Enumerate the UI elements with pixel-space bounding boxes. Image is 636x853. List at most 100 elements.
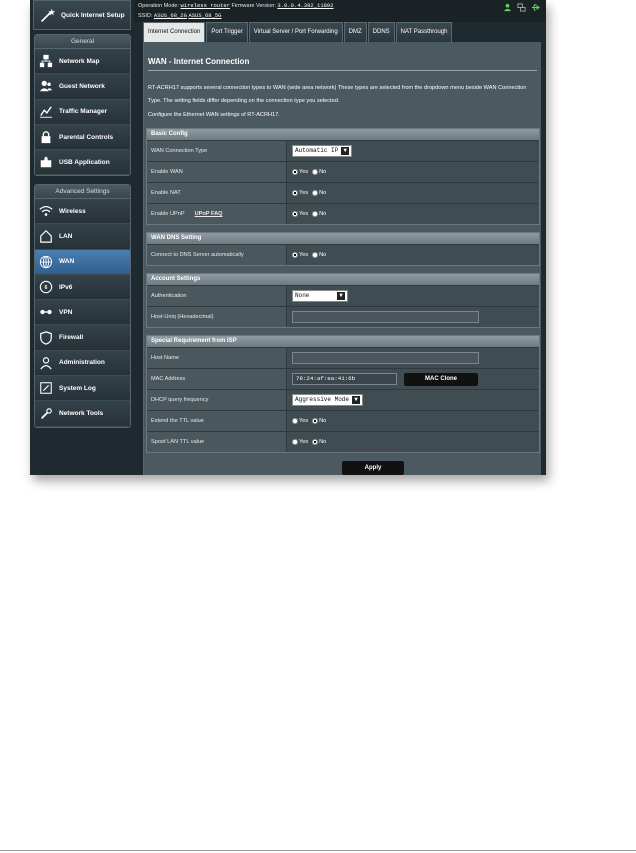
svg-text:6: 6 (45, 285, 48, 291)
enable-wan-yes-radio[interactable] (292, 169, 298, 175)
tools-icon (41, 407, 52, 419)
usb-icon[interactable] (531, 3, 540, 12)
wan-type-label: WAN Connection Type (147, 141, 287, 161)
sidebar-item-vpn[interactable]: VPN (35, 300, 130, 326)
sidebar-item-label: Wireless (59, 207, 86, 215)
sidebar-item-label: USB Application (59, 158, 110, 166)
sidebar-item-wireless[interactable]: Wireless (35, 199, 130, 225)
host-uniq-label: Host-Uniq (Hexadecimal) (147, 307, 287, 327)
home-icon (40, 230, 52, 244)
sidebar-item-label: WAN (59, 258, 75, 266)
sidebar-item-label: Guest Network (59, 82, 105, 90)
no-label: No (319, 211, 327, 217)
enable-nat-label: Enable NAT (147, 183, 287, 203)
isp-requirement-section: Special Requirement from ISP Host Name M… (146, 335, 540, 453)
sidebar-item-label: Traffic Manager (59, 108, 108, 116)
extend-ttl-label: Extend the TTL value (147, 411, 287, 431)
basic-config-header: Basic Config (147, 129, 539, 140)
tab-virtual-server-port-forwarding[interactable]: Virtual Server / Port Forwarding (248, 22, 343, 42)
host-name-input[interactable] (292, 352, 479, 364)
wan-type-select[interactable]: Automatic IP ▼ (292, 145, 353, 157)
enable-nat-row: Enable NAT Yes No (147, 182, 539, 203)
enable-upnp-no-radio[interactable] (312, 211, 319, 217)
isp-requirement-header: Special Requirement from ISP (147, 336, 539, 347)
authentication-select[interactable]: None ▼ (292, 290, 348, 302)
sidebar-item-label: Parental Controls (59, 133, 114, 141)
tab-nat-passthrough[interactable]: NAT Passthrough (395, 22, 453, 42)
wan-dns-section: WAN DNS Setting Connect to DNS Server au… (146, 232, 540, 266)
tab-internet-connection[interactable]: Internet Connection (143, 22, 206, 42)
host-uniq-input[interactable] (292, 311, 479, 323)
sidebar-item-label: Firewall (59, 334, 84, 342)
dns-auto-yes-radio[interactable] (292, 252, 298, 258)
network-status-icon[interactable] (517, 3, 526, 12)
enable-wan-no-radio[interactable] (312, 169, 319, 175)
upnp-faq-link[interactable]: UPnP FAQ (195, 211, 223, 217)
quick-internet-setup-button[interactable]: Quick Internet Setup (33, 0, 131, 30)
sidebar-item-system-log[interactable]: System Log (35, 376, 130, 402)
yes-label: Yes (299, 252, 309, 258)
sidebar-item-network-tools[interactable]: Network Tools (35, 401, 130, 427)
extend-ttl-yes-radio[interactable] (292, 418, 298, 424)
enable-nat-yes-radio[interactable] (292, 190, 298, 196)
enable-upnp-row: Enable UPnP UPnP FAQ Yes No (147, 203, 539, 224)
sidebar-item-ipv6[interactable]: 6 IPv6 (35, 274, 130, 301)
dns-auto-no-radio[interactable] (312, 252, 319, 258)
tab-ddns[interactable]: DDNS (367, 22, 395, 42)
enable-wan-label: Enable WAN (147, 162, 287, 182)
mac-clone-button[interactable]: MAC Clone (404, 372, 478, 386)
no-label: No (319, 252, 327, 258)
authentication-value: None (295, 292, 310, 299)
sidebar-item-label: Network Tools (59, 410, 104, 418)
tab-dmz[interactable]: DMZ (343, 22, 367, 42)
configure-note: Configure the Ethernet WAN settings of R… (148, 112, 280, 118)
enable-wan-row: Enable WAN Yes No (147, 161, 539, 182)
page-footer-rule (0, 850, 636, 851)
apply-button[interactable]: Apply (342, 461, 404, 475)
yes-label: Yes (299, 169, 309, 175)
sidebar-item-network-map[interactable]: Network Map (35, 49, 130, 75)
dhcp-frequency-select[interactable]: Aggressive Mode ▼ (292, 394, 364, 406)
sidebar-item-traffic-manager[interactable]: Traffic Manager (35, 99, 130, 125)
sidebar-item-firewall[interactable]: Firewall (35, 325, 130, 351)
host-name-label: Host Name (147, 348, 287, 368)
sidebar: Quick Internet Setup General Network Map… (33, 0, 131, 470)
dhcp-frequency-row: DHCP query frequency Aggressive Mode ▼ (147, 389, 539, 410)
user-status-icon[interactable] (503, 3, 512, 12)
sidebar-item-guest-network[interactable]: Guest Network (35, 74, 130, 100)
sidebar-item-usb-application[interactable]: USB Application (35, 150, 130, 176)
tab-port-trigger[interactable]: Port Trigger (206, 22, 248, 42)
ssid-5g[interactable]: ASUS_68_5G (188, 12, 221, 19)
yes-label: Yes (299, 211, 309, 217)
spoof-ttl-yes-radio[interactable] (292, 439, 298, 445)
guest-network-icon (39, 81, 53, 92)
vpn-icon (40, 310, 52, 315)
no-label: No (319, 190, 327, 196)
op-mode-link[interactable]: wireless router (181, 2, 231, 9)
firmware-link[interactable]: 3.0.0.4.382_11802 (277, 2, 333, 9)
title-divider (148, 70, 537, 71)
op-mode-label: Operation Mode: (138, 3, 179, 9)
mac-address-input[interactable]: 78:24:af:ea:41:6b (292, 373, 397, 385)
shield-icon (40, 330, 52, 345)
system-log-icon (40, 382, 52, 394)
enable-nat-no-radio[interactable] (312, 190, 319, 196)
no-label: No (319, 418, 327, 424)
spoof-ttl-label: Spoof LAN TTL value (147, 432, 287, 452)
yes-label: Yes (299, 439, 309, 445)
enable-upnp-yes-radio[interactable] (292, 211, 298, 217)
sidebar-item-lan[interactable]: LAN (35, 224, 130, 250)
sidebar-item-parental-controls[interactable]: Parental Controls (35, 124, 130, 151)
general-menu: General Network Map Guest Network Traffic … (34, 34, 131, 177)
operation-mode-line: Operation Mode: wireless router Firmware… (138, 1, 542, 11)
extend-ttl-no-radio[interactable] (312, 418, 319, 424)
ssid-2g[interactable]: ASUS_68_2G (154, 12, 187, 19)
upnp-label-text: Enable UPnP (151, 211, 185, 217)
no-label: No (319, 169, 327, 175)
spoof-ttl-no-radio[interactable] (312, 439, 319, 445)
sidebar-item-administration[interactable]: Administration (35, 350, 130, 377)
main-panel: WAN - Internet Connection RT-ACRH17 supp… (143, 42, 541, 475)
sidebar-item-wan[interactable]: WAN (35, 249, 130, 275)
advanced-title: Advanced Settings (35, 185, 130, 199)
ipv6-icon: 6 (39, 280, 53, 294)
